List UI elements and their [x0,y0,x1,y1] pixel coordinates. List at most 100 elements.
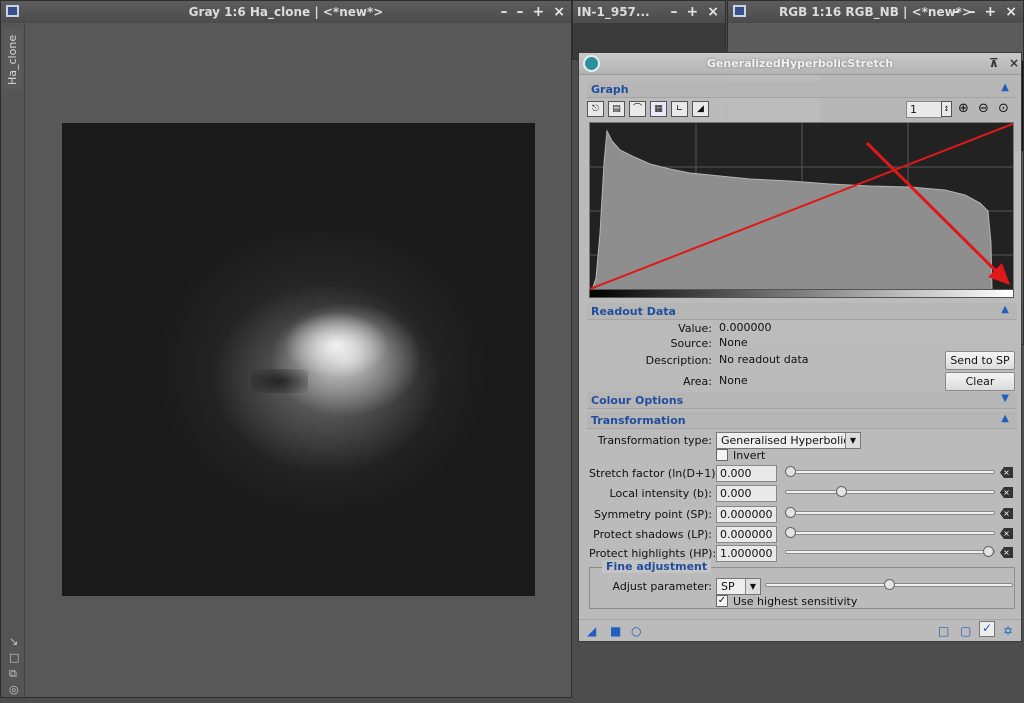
real-time-preview-icon[interactable]: ○ [631,625,641,637]
adjust-parameter-select[interactable]: SP ▼ [716,578,761,595]
colour-section-label: Colour Options [591,394,684,407]
value-label: Value: [678,322,712,335]
highest-sensitivity-checkbox[interactable]: ✓ [716,595,728,607]
maximize-button[interactable]: + [687,3,699,21]
ha-left-strip: ↘ □ ⧉ ◎ [1,23,25,697]
spin-arrows-icon[interactable]: ↕ [941,101,952,117]
graph-canvas[interactable] [590,123,1014,298]
close-button[interactable]: × [707,3,719,21]
slider-knob[interactable] [785,527,796,538]
send-to-sp-button[interactable]: Send to SP [945,351,1015,370]
transformation-section-label: Transformation [591,414,686,427]
adjust-parameter-label: Adjust parameter: [612,580,712,593]
reset-icon[interactable]: × [1000,467,1013,478]
zoom-out-icon[interactable]: ⊖ [978,101,989,116]
clear-button[interactable]: Clear [945,372,1015,391]
reset-icon[interactable]: × [1000,508,1013,519]
fine-adjustment-label: Fine adjustment [602,560,712,573]
readout-section-header[interactable]: Readout Data ▲ [587,303,1017,320]
mid-image-window[interactable]: IN-1_957... – + × [572,0,726,60]
protect-highlights-input[interactable]: 1.000000 [716,545,777,562]
description-label: Description: [645,354,712,367]
copy-icon[interactable]: ⧉ [9,667,17,681]
slider-knob[interactable] [884,579,895,590]
close-button[interactable]: × [553,3,565,21]
ha-image-window[interactable]: Gray 1:6 Ha_clone | <*new*> – – + × ↘ □ … [0,0,572,698]
symmetry-point-input[interactable]: 0.000000 [716,506,777,523]
fine-adjust-slider[interactable] [765,579,1013,590]
crop-icon[interactable]: □ [9,651,19,664]
minimize-button[interactable]: – [969,3,976,21]
apply-global-icon[interactable]: ■ [610,625,621,637]
reset-icon[interactable]: × [1000,487,1013,498]
minimize-button[interactable]: – [517,3,524,21]
local-intensity-input[interactable]: 0.000 [716,485,777,502]
view-icon[interactable]: ◎ [9,683,19,696]
collapse-icon[interactable]: ▲ [1001,304,1009,315]
linear-icon[interactable]: ◢ [692,101,709,117]
graph-section-header[interactable]: Graph ▲ [587,81,1017,98]
ha-window-titlebar[interactable]: Gray 1:6 Ha_clone | <*new*> – – + × [1,1,571,23]
checkmark-icon: ✓ [717,595,727,606]
local-intensity-slider[interactable] [785,486,995,497]
restore-icon[interactable]: □ [938,625,949,637]
close-button[interactable]: × [1005,3,1017,21]
curve-icon[interactable]: ⌒ [629,101,646,117]
slider-knob[interactable] [836,486,848,497]
slider-knob[interactable] [785,466,796,477]
reset-icon[interactable]: × [1000,528,1013,539]
zoom-spinbox[interactable]: 1 [906,101,942,118]
nebula-image[interactable] [62,123,535,596]
protect-shadows-slider[interactable] [785,527,995,538]
shade-icon[interactable]: ⊼ [989,56,999,70]
stretch-graph[interactable] [589,122,1014,298]
expand-icon[interactable]: ▼ [1001,393,1009,404]
protect-shadows-input[interactable]: 0.000000 [716,526,777,543]
local-intensity-label: Local intensity (b): [609,487,712,500]
rgb-window-titlebar[interactable]: RGB 1:16 RGB_NB | <*new*> – – + × [728,1,1023,23]
transformation-type-select[interactable]: Generalised Hyperbolic ▼ [716,432,861,449]
slider-knob[interactable] [785,507,796,518]
mid-window-titlebar[interactable]: IN-1_957... – + × [573,1,725,23]
document-icon[interactable]: ▢ [960,625,971,637]
area-readout: None [719,374,748,387]
zoom-in-icon[interactable]: ⊕ [958,101,969,116]
ha-image-canvas[interactable] [25,23,571,697]
minimize-button[interactable]: – [671,3,678,21]
maximize-button[interactable]: + [985,3,997,21]
symmetry-point-slider[interactable] [785,507,995,518]
new-instance-icon[interactable]: ◢ [587,625,596,637]
stretch-icon[interactable]: ∟ [671,101,688,117]
readout-section-label: Readout Data [591,305,676,318]
invert-checkbox[interactable] [716,449,728,461]
zoom-fit-icon[interactable]: ⊙ [998,101,1009,116]
protect-highlights-label: Protect highlights (HP): [589,547,717,560]
colour-section-header[interactable]: Colour Options ▼ [587,392,1017,409]
ha-side-tab[interactable]: Ha_clone [3,29,23,89]
maximize-button[interactable]: + [533,3,545,21]
reset-all-icon[interactable]: ✡ [1003,625,1013,637]
protect-highlights-slider[interactable] [785,546,995,557]
shade-button[interactable]: – [501,3,508,21]
stretch-factor-input[interactable]: 0.000 [716,465,777,482]
dark-dust-lane [251,368,308,393]
ghs-dialog: GeneralizedHyperbolicStretch ⊼ × Graph ▲… [578,52,1022,642]
histogram-icon[interactable]: ⎋ [587,101,604,117]
transformation-section-header[interactable]: Transformation ▲ [587,412,1017,429]
grid-icon[interactable]: ▦ [650,101,667,117]
ghs-titlebar[interactable]: GeneralizedHyperbolicStretch ⊼ × [579,53,1021,75]
apply-check-icon[interactable]: ✓ [979,621,995,637]
reset-icon[interactable]: × [1000,547,1013,558]
slider-knob[interactable] [983,546,994,557]
invert-label: Invert [733,449,766,462]
area-label: Area: [682,375,712,388]
shade-button[interactable]: – [953,3,960,21]
fit-view-icon[interactable]: ↘ [9,635,18,648]
collapse-icon[interactable]: ▲ [1001,82,1009,93]
stretch-factor-slider[interactable] [785,466,995,477]
ha-window-title: Gray 1:6 Ha_clone | <*new*> [188,5,384,19]
close-icon[interactable]: × [1009,56,1019,70]
log-histogram-icon[interactable]: ▤ [608,101,625,117]
stretch-factor-label: Stretch factor (ln(D+1)): [589,467,724,480]
collapse-icon[interactable]: ▲ [1001,413,1009,424]
